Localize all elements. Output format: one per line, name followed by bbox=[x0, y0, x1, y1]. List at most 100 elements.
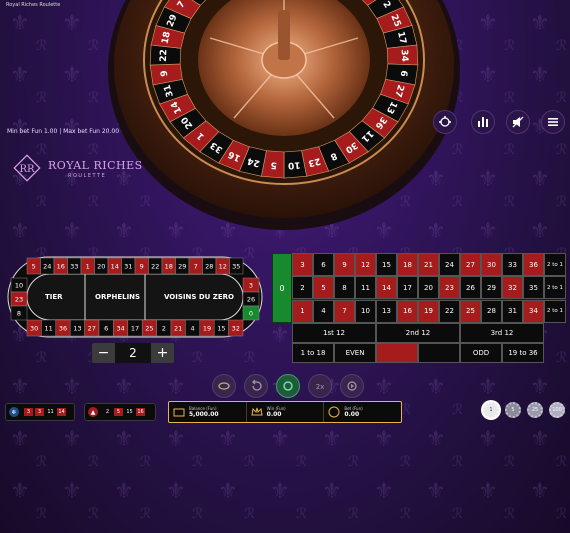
number-cell[interactable]: 10 bbox=[355, 299, 376, 323]
racetrack-number-label: 0 bbox=[249, 310, 253, 318]
number-cell[interactable]: 2 bbox=[292, 276, 313, 300]
racetrack-number-label: 2 bbox=[162, 325, 166, 333]
stepper-minus-button[interactable]: − bbox=[92, 343, 115, 363]
number-cell[interactable]: 36 bbox=[523, 253, 544, 276]
number-cell[interactable]: 28 bbox=[481, 299, 502, 323]
number-cell[interactable]: 27 bbox=[460, 253, 481, 276]
chip-100[interactable]: 100 bbox=[549, 402, 565, 418]
orphelins-bet[interactable]: ORPHELINS bbox=[95, 293, 140, 301]
menu-button[interactable] bbox=[541, 110, 565, 134]
number-cell[interactable]: 9 bbox=[334, 253, 355, 276]
number-cell[interactable]: 23 bbox=[439, 276, 460, 300]
number-cell[interactable]: 22 bbox=[439, 299, 460, 323]
brand-name: ROYAL RICHES bbox=[48, 159, 143, 172]
betting-table: 0 3 6 9 12 15 18 21 24 27 30 33 36 2 to 1 2 5 8 11 14 17 20… bbox=[272, 253, 566, 366]
sound-off-icon bbox=[512, 116, 524, 128]
racetrack-number-label: 25 bbox=[145, 325, 153, 333]
undo-button[interactable] bbox=[244, 374, 268, 398]
number-cell[interactable]: 24 bbox=[439, 253, 460, 276]
number-cell[interactable]: 31 bbox=[502, 299, 523, 323]
number-cell[interactable]: 19 bbox=[418, 299, 439, 323]
favourite-bets-button[interactable] bbox=[212, 374, 236, 398]
chip-25[interactable]: 25 bbox=[527, 402, 543, 418]
chip-5[interactable]: 5 bbox=[505, 402, 521, 418]
racetrack-number-label: 3 bbox=[249, 282, 253, 290]
sound-button[interactable] bbox=[506, 110, 530, 134]
dozen-bet[interactable]: 2nd 12 bbox=[376, 323, 460, 343]
number-cell[interactable]: 14 bbox=[376, 276, 397, 300]
balance-value: 5,000.00 bbox=[189, 411, 219, 418]
number-cell[interactable]: 25 bbox=[460, 299, 481, 323]
racetrack-number-label: 10 bbox=[15, 282, 23, 290]
chip-1[interactable]: 1 bbox=[483, 402, 499, 418]
dozen-bet[interactable]: 1st 12 bbox=[292, 323, 376, 343]
win-cell: Win (Fun) 0.00 bbox=[247, 402, 325, 422]
stepper-plus-button[interactable]: + bbox=[151, 343, 174, 363]
cold-numbers: ▲ 2 5 15 16 bbox=[84, 403, 156, 421]
number-cell[interactable]: 6 bbox=[313, 253, 334, 276]
number-cell[interactable]: 1 bbox=[292, 299, 313, 323]
bet-value: 0.00 bbox=[344, 411, 360, 418]
number-cell[interactable]: 7 bbox=[334, 299, 355, 323]
stepper-value: 2 bbox=[115, 343, 151, 363]
number-cell[interactable]: 17 bbox=[397, 276, 418, 300]
double-bet-button[interactable]: 2x bbox=[308, 374, 332, 398]
outside-bet[interactable] bbox=[418, 343, 460, 363]
number-cell[interactable]: 11 bbox=[355, 276, 376, 300]
number-cell[interactable]: 8 bbox=[334, 276, 355, 300]
number-cell[interactable]: 29 bbox=[481, 276, 502, 300]
autoplay-button[interactable] bbox=[340, 374, 364, 398]
royal-riches-logo: RR ROYAL RICHES ROULETTE bbox=[12, 150, 152, 186]
racetrack-number-label: 35 bbox=[232, 263, 240, 271]
double-icon: 2x bbox=[316, 383, 325, 391]
racetrack-number-label: 6 bbox=[104, 325, 108, 333]
outside-bet[interactable] bbox=[376, 343, 418, 363]
voisins-du-zero-bet[interactable]: VOISINS DU ZERO bbox=[164, 293, 234, 301]
number-cell[interactable]: 5 bbox=[313, 276, 334, 300]
statistics-button[interactable] bbox=[433, 110, 457, 134]
number-cell[interactable]: 13 bbox=[376, 299, 397, 323]
number-cell[interactable]: 21 bbox=[418, 253, 439, 276]
racetrack-number-label: 19 bbox=[203, 325, 211, 333]
racetrack-number-label: 31 bbox=[124, 263, 132, 271]
bet-limits: Min bet Fun 1.00 | Max bet Fun 20.00 bbox=[7, 128, 120, 135]
number-cell[interactable]: 33 bbox=[502, 253, 523, 276]
column-bet[interactable]: 2 to 1 bbox=[544, 276, 566, 300]
number-zero[interactable]: 0 bbox=[272, 253, 292, 323]
outside-bet[interactable]: EVEN bbox=[334, 343, 376, 363]
outside-bet[interactable]: 1 to 18 bbox=[292, 343, 334, 363]
dozen-bet[interactable]: 3rd 12 bbox=[460, 323, 544, 343]
racetrack-number-label: 26 bbox=[247, 296, 255, 304]
menu-icon bbox=[548, 118, 558, 126]
number-cell[interactable]: 34 bbox=[523, 299, 544, 323]
wheel-pocket-number: 9 bbox=[160, 70, 171, 77]
outside-bet[interactable]: ODD bbox=[460, 343, 502, 363]
number-cell[interactable]: 4 bbox=[313, 299, 334, 323]
neighbour-stepper: − 2 + bbox=[92, 343, 174, 363]
racetrack-number-label: 17 bbox=[131, 325, 139, 333]
outside-bet[interactable]: 19 to 36 bbox=[502, 343, 544, 363]
bar-chart-button[interactable] bbox=[471, 110, 495, 134]
racetrack-number-label: 4 bbox=[191, 325, 195, 333]
number-cell[interactable]: 20 bbox=[418, 276, 439, 300]
racetrack-number-label: 34 bbox=[116, 325, 124, 333]
flame-icon: ▲ bbox=[88, 407, 98, 417]
wheel-pocket-number: 22 bbox=[159, 49, 170, 62]
number-cell[interactable]: 3 bbox=[292, 253, 313, 276]
number-cell[interactable]: 15 bbox=[376, 253, 397, 276]
number-cell[interactable]: 30 bbox=[481, 253, 502, 276]
number-cell[interactable]: 16 bbox=[397, 299, 418, 323]
stat-number: 15 bbox=[125, 408, 134, 416]
column-bet[interactable]: 2 to 1 bbox=[544, 299, 566, 323]
number-cell[interactable]: 12 bbox=[355, 253, 376, 276]
tier-bet[interactable]: TIER bbox=[45, 293, 63, 301]
number-cell[interactable]: 32 bbox=[502, 276, 523, 300]
racetrack-number-label: 1 bbox=[86, 263, 90, 271]
number-cell[interactable]: 35 bbox=[523, 276, 544, 300]
racetrack-number-label: 7 bbox=[194, 263, 198, 271]
racetrack-number-label: 23 bbox=[15, 296, 23, 304]
spin-button[interactable] bbox=[276, 374, 300, 398]
number-cell[interactable]: 26 bbox=[460, 276, 481, 300]
number-cell[interactable]: 18 bbox=[397, 253, 418, 276]
column-bet[interactable]: 2 to 1 bbox=[544, 253, 566, 276]
